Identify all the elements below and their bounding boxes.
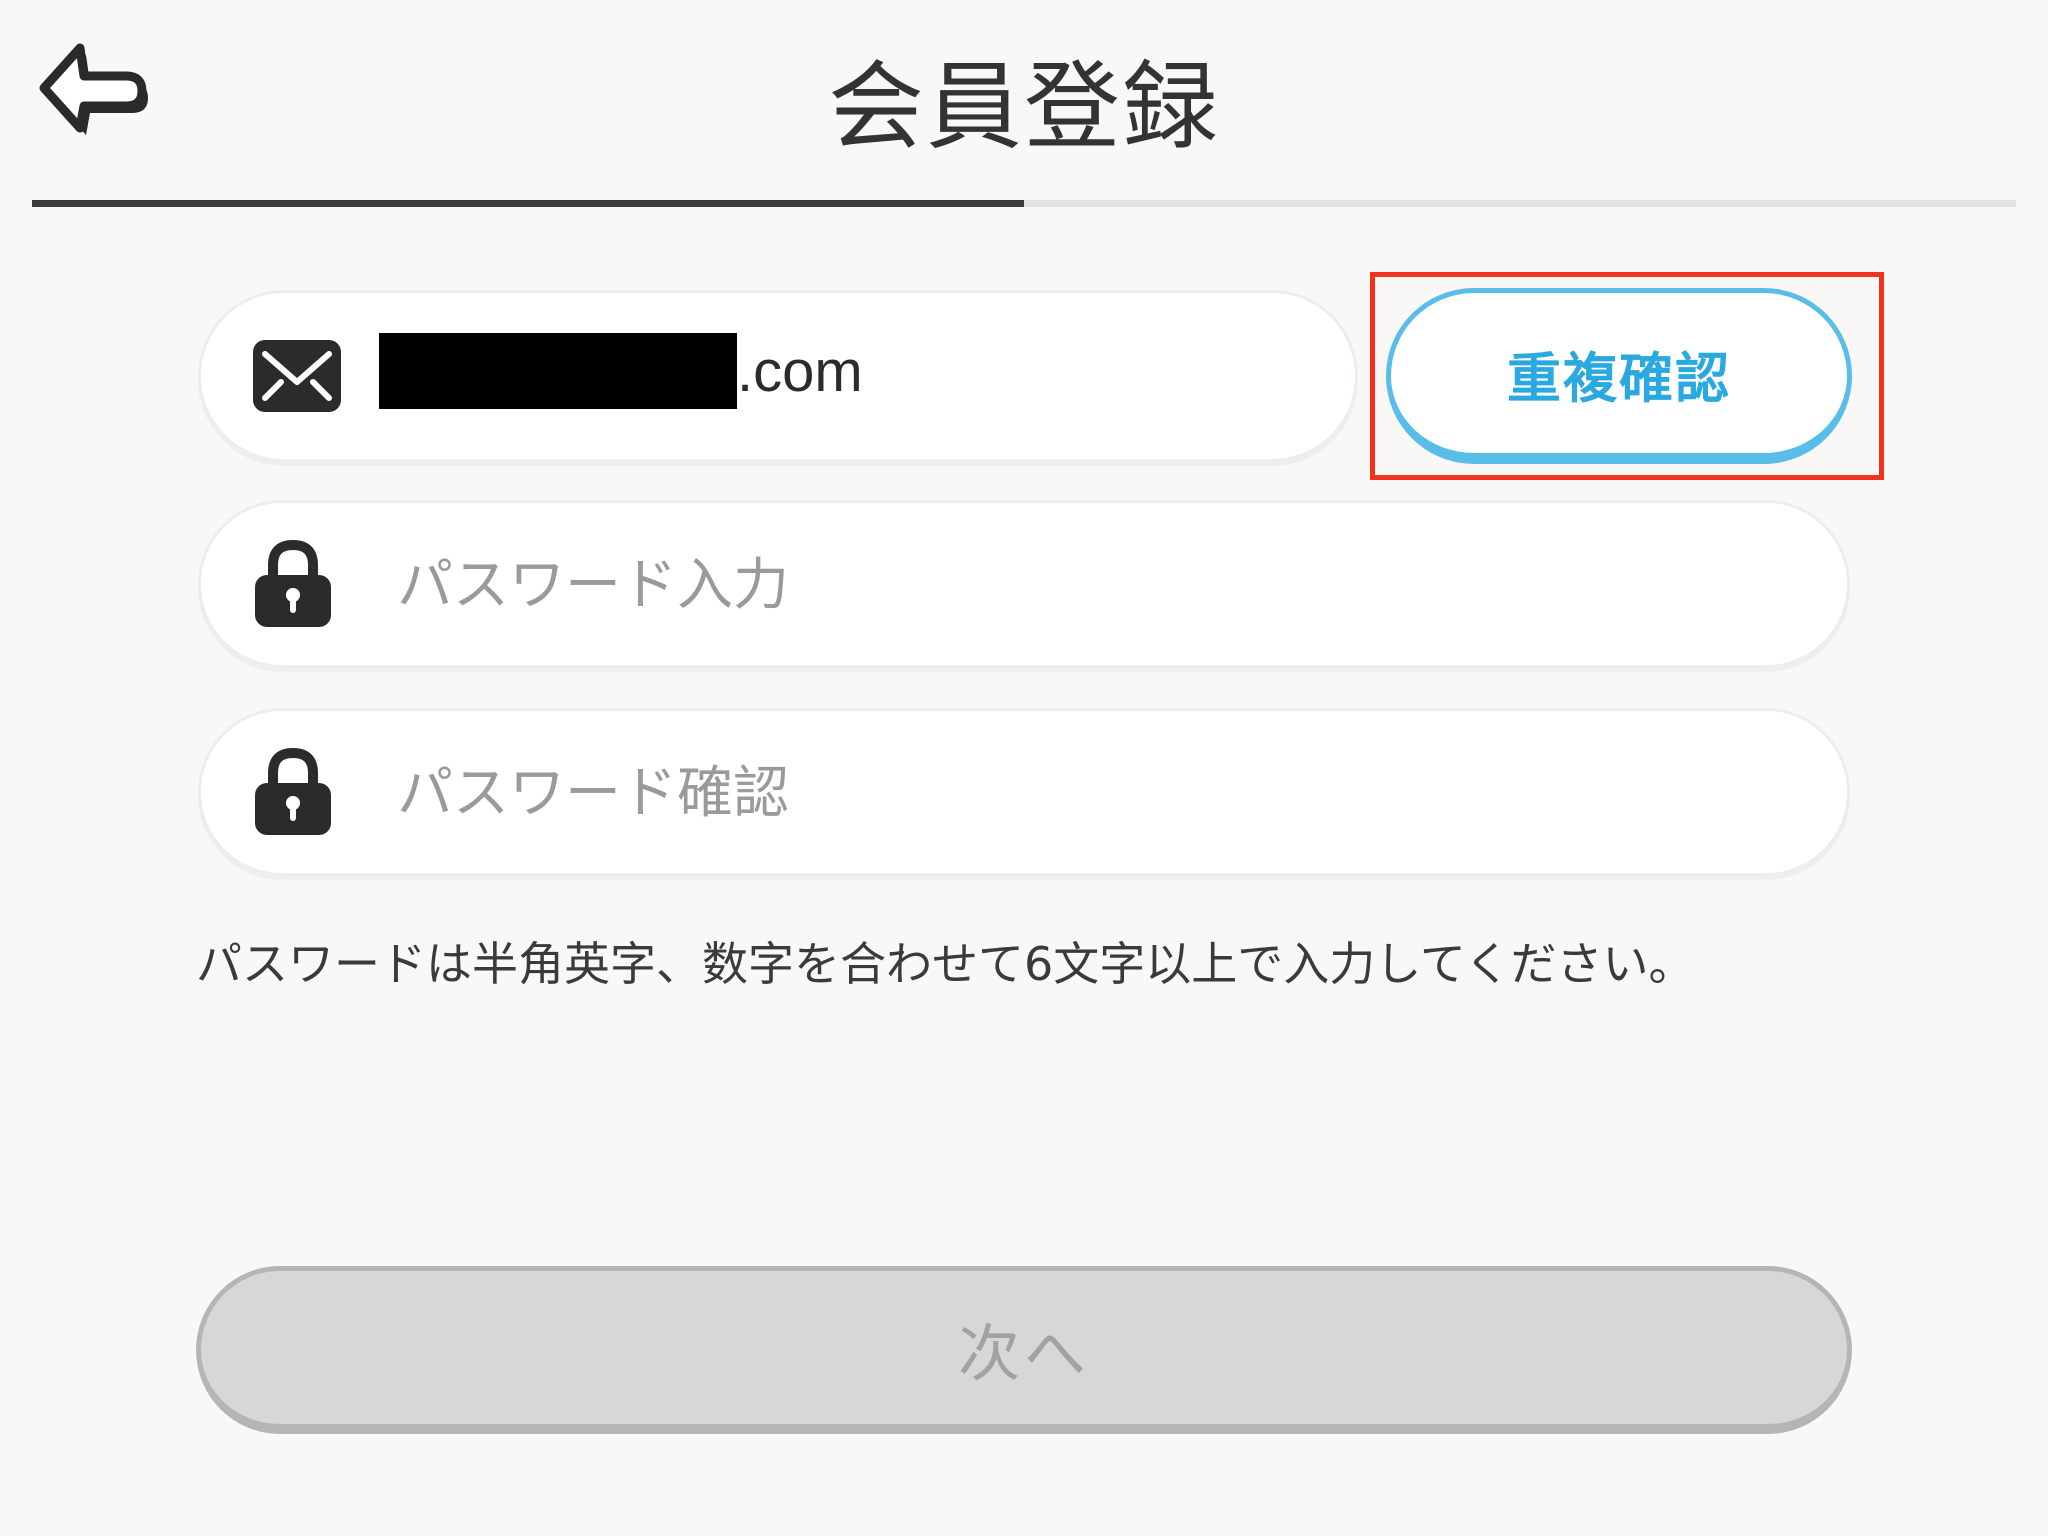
password-hint: パスワードは半角英字、数字を合わせて6文字以上で入力してください。 — [196, 937, 1695, 991]
page-title: 会員登録 — [828, 51, 1220, 163]
envelope-icon — [253, 340, 341, 412]
password-confirm-field[interactable] — [198, 708, 1850, 876]
duplicate-check-button[interactable]: 重複確認 — [1386, 288, 1852, 464]
email-domain-suffix: .com — [737, 338, 863, 404]
password-confirm-input[interactable] — [397, 741, 1777, 845]
lock-icon — [253, 539, 333, 629]
email-value[interactable]: .com — [379, 331, 863, 411]
email-field[interactable]: .com — [198, 290, 1358, 462]
password-field[interactable] — [198, 500, 1850, 668]
password-input[interactable] — [397, 533, 1777, 637]
email-redacted-part — [379, 333, 737, 409]
progress-bar-fill — [32, 200, 1024, 207]
registration-screen: 会員登録 .com 重複確認 パスワードは半角英字、数字を合わせて6文字以上で入… — [0, 0, 2048, 1536]
lock-icon — [253, 747, 333, 837]
progress-bar — [32, 200, 2016, 207]
next-button[interactable]: 次へ — [196, 1266, 1852, 1434]
